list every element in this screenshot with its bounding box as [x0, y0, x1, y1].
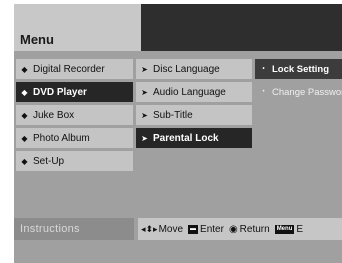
category-label: Photo Album — [33, 132, 90, 144]
arrow-right-icon: ➤ — [141, 87, 148, 97]
move-hint: Move — [158, 223, 184, 235]
category-label: Juke Box — [33, 109, 75, 121]
submenu-item-disc-language[interactable]: ➤ Disc Language — [136, 59, 252, 79]
return-hint: Return — [239, 223, 270, 235]
submenu-label: Sub-Title — [153, 109, 193, 121]
diamond-icon: ◆ — [21, 133, 28, 143]
instructions-label: Instructions — [14, 218, 134, 240]
diamond-icon: ◆ — [21, 110, 28, 120]
submenu-item-parental-lock[interactable]: ➤ Parental Lock — [136, 128, 252, 148]
category-label: DVD Player — [33, 86, 87, 98]
header-dark-panel — [141, 4, 342, 51]
exit-hint: E — [296, 223, 304, 235]
diamond-icon: ◆ — [21, 64, 28, 74]
category-list: ◆ Digital Recorder ◆ DVD Player ◆ Juke B… — [16, 59, 133, 174]
category-item-juke-box[interactable]: ◆ Juke Box — [16, 105, 133, 125]
key-hints: ◂⬍▸ Move ▬ Enter ◉ Return Menu E — [138, 218, 342, 240]
option-list: • Lock Setting • Change Password — [255, 59, 342, 105]
category-label: Digital Recorder — [33, 63, 105, 75]
arrow-right-icon: ➤ — [141, 110, 148, 120]
diamond-icon: ◆ — [21, 87, 28, 97]
bullet-icon: • — [262, 66, 265, 72]
return-key-icon: ◉ — [228, 223, 238, 235]
option-label: Lock Setting — [272, 63, 330, 75]
arrow-right-icon: ➤ — [141, 133, 148, 143]
submenu-list: ➤ Disc Language ➤ Audio Language ➤ Sub-T… — [136, 59, 252, 151]
category-item-digital-recorder[interactable]: ◆ Digital Recorder — [16, 59, 133, 79]
submenu-label: Disc Language — [153, 63, 220, 75]
enter-hint: Enter — [200, 223, 224, 235]
submenu-label: Parental Lock — [153, 132, 219, 144]
submenu-item-audio-language[interactable]: ➤ Audio Language — [136, 82, 252, 102]
option-item-lock-setting[interactable]: • Lock Setting — [255, 59, 342, 79]
enter-key-icon: ▬ — [188, 224, 199, 234]
submenu-item-sub-title[interactable]: ➤ Sub-Title — [136, 105, 252, 125]
bullet-icon: • — [262, 89, 265, 95]
option-item-change-password[interactable]: • Change Password — [255, 82, 342, 102]
bottom-strip — [14, 240, 342, 263]
menu-title: Menu — [20, 32, 54, 47]
arrow-right-icon: ➤ — [141, 64, 148, 74]
option-label: Change Password — [272, 86, 342, 98]
category-item-set-up[interactable]: ◆ Set-Up — [16, 151, 133, 171]
category-item-dvd-player[interactable]: ◆ DVD Player — [16, 82, 133, 102]
menu-header: Menu — [14, 4, 342, 51]
category-label: Set-Up — [33, 155, 65, 167]
direction-keys-icon: ◂⬍▸ — [141, 223, 158, 234]
diamond-icon: ◆ — [21, 156, 28, 166]
submenu-label: Audio Language — [153, 86, 226, 98]
dvd-menu-screen: Menu ◆ Digital Recorder ◆ DVD Player ◆ J… — [14, 4, 342, 263]
instructions-bar: Instructions ◂⬍▸ Move ▬ Enter ◉ Return M… — [14, 218, 342, 240]
category-item-photo-album[interactable]: ◆ Photo Album — [16, 128, 133, 148]
menu-key-icon: Menu — [274, 224, 295, 234]
